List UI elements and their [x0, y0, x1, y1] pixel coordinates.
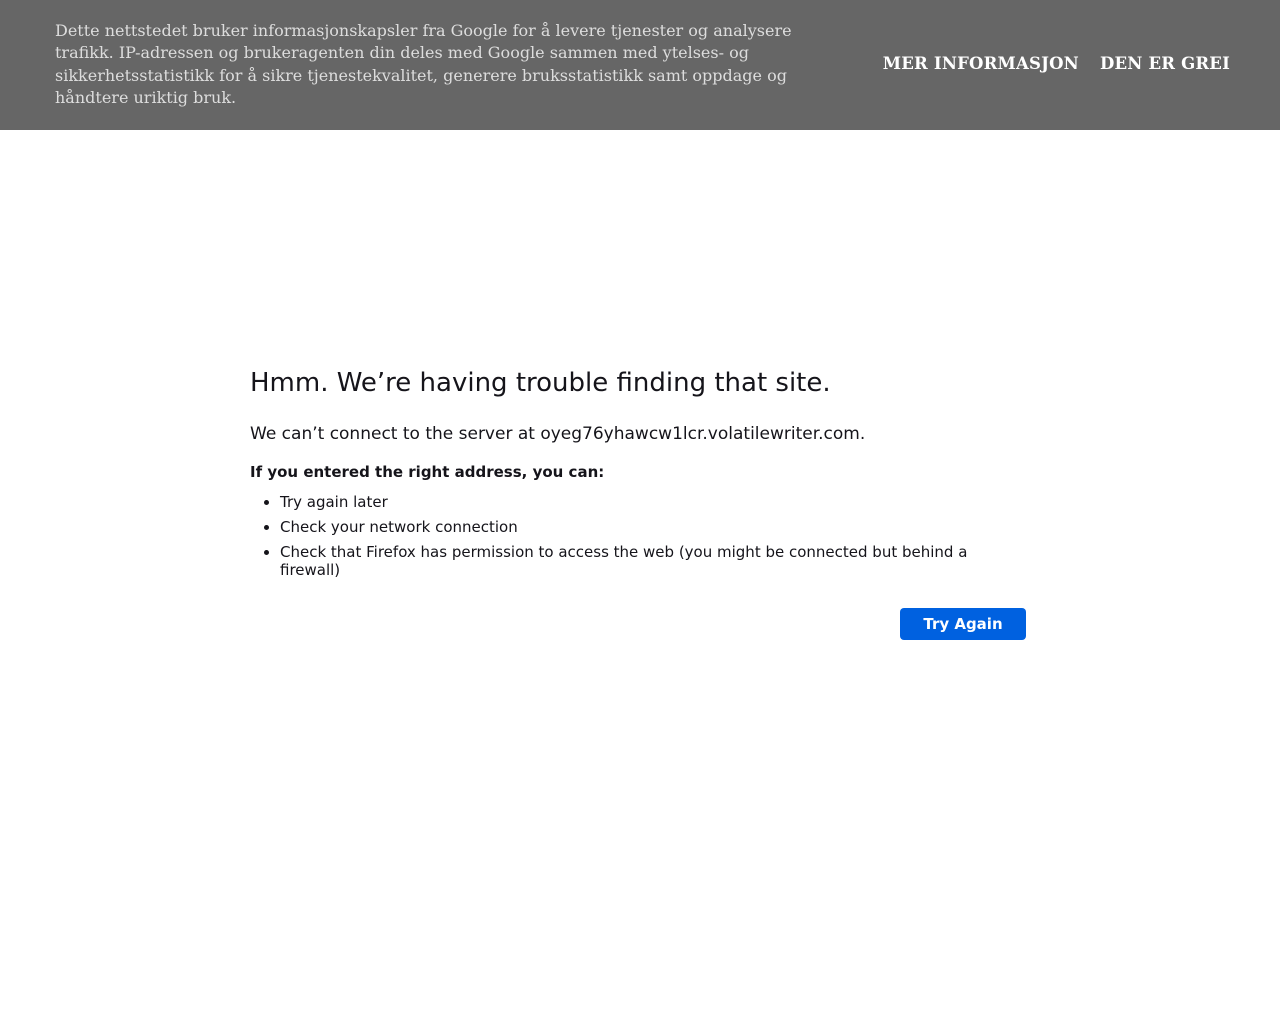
error-title: Hmm. We’re having trouble finding that s…	[250, 368, 831, 398]
suggestions-list: Try again later Check your network conne…	[250, 493, 1026, 579]
suggestion-item: Try again later	[280, 493, 1026, 511]
error-page-content: Hmm. We’re having trouble finding that s…	[250, 362, 1026, 641]
suggestions-heading: If you entered the right address, you ca…	[250, 463, 605, 481]
suggestion-item: Check your network connection	[280, 518, 1026, 536]
try-again-button[interactable]: Try Again	[900, 608, 1026, 640]
button-row: Try Again	[250, 608, 1026, 641]
cookie-consent-banner: Dette nettstedet bruker informasjonskaps…	[0, 0, 1280, 130]
cookie-message: Dette nettstedet bruker informasjonskaps…	[55, 21, 792, 108]
suggestion-item: Check that Firefox has permission to acc…	[280, 543, 1026, 579]
accept-cookies-link[interactable]: DEN ER GREI	[1100, 53, 1230, 75]
cookie-actions: MER INFORMASJON DEN ER GREI	[883, 53, 1230, 75]
more-info-link[interactable]: MER INFORMASJON	[883, 53, 1079, 75]
error-description: We can’t connect to the server at oyeg76…	[250, 424, 866, 444]
